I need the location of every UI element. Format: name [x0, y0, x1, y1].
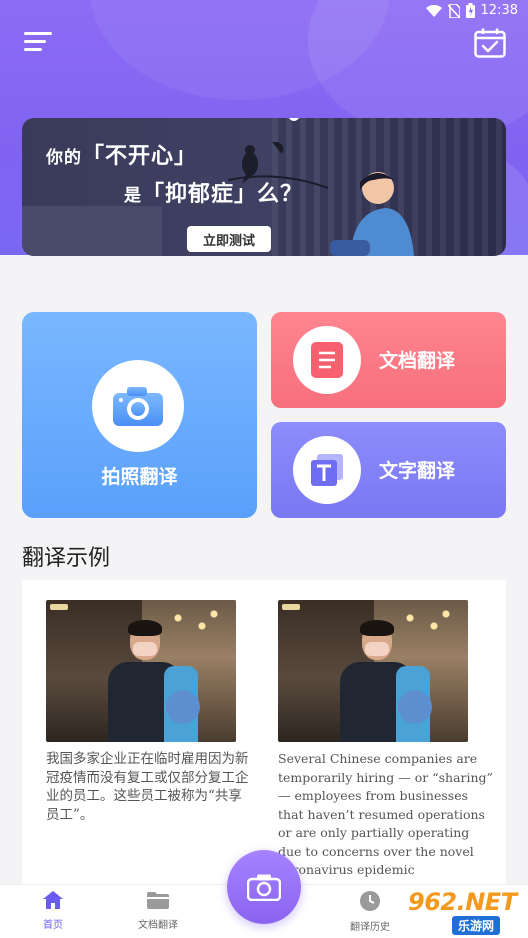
banner-shelf — [22, 206, 162, 256]
photo-toy — [166, 690, 200, 724]
nav-doc-translate[interactable]: 文档翻译 — [118, 891, 198, 931]
home-icon — [43, 891, 63, 909]
text-translate-label: 文字翻译 — [379, 460, 456, 482]
status-bar: 12:38 — [0, 0, 528, 24]
test-now-button[interactable]: 立即测试 — [187, 226, 271, 252]
photo-hair — [360, 620, 394, 636]
site-watermark: 962.NET 乐游网 — [392, 886, 528, 938]
camera-icon-circle — [92, 360, 184, 452]
menu-button[interactable] — [24, 32, 52, 54]
example-photo — [278, 600, 468, 742]
nav-home-label: 首页 — [43, 920, 63, 931]
battery-icon — [465, 3, 475, 18]
banner-text: 么？ — [257, 182, 304, 207]
calendar-check-icon — [474, 28, 506, 58]
status-icons: 12:38 — [425, 3, 518, 18]
sad-person-illustration — [330, 172, 414, 256]
example-text-english: Several Chinese companies are temporaril… — [278, 751, 493, 877]
photo-toy — [398, 690, 432, 724]
banner-text: 「抑郁症」 — [142, 182, 258, 207]
example-chinese[interactable]: 我国多家企业正在临时雇用因为新冠疫情而没有复工或仅部分复工企业的员工。这些员工被… — [46, 600, 251, 824]
photo-logo — [282, 604, 300, 610]
example-english[interactable]: Several Chinese companies are temporaril… — [278, 600, 493, 880]
document-icon — [311, 342, 343, 378]
wifi-icon — [425, 4, 442, 17]
no-sim-icon — [447, 3, 460, 18]
doc-icon-circle — [293, 326, 361, 394]
watermark-sub: 乐游网 — [452, 916, 501, 935]
camera-icon — [113, 387, 163, 426]
photo-lights — [398, 606, 458, 646]
clock-icon — [360, 891, 380, 911]
folder-icon — [147, 892, 169, 909]
example-text-chinese: 我国多家企业正在临时雇用因为新冠疫情而没有复工或仅部分复工企业的员工。这些员工被… — [46, 751, 249, 823]
text-t-icon — [311, 454, 343, 486]
watermark-main: 962.NET — [408, 888, 517, 916]
examples-panel: 我国多家企业正在临时雇用因为新冠疫情而没有复工或仅部分复工企业的员工。这些员工被… — [22, 580, 506, 890]
photo-mask — [365, 642, 389, 656]
menu-icon-bar — [24, 32, 52, 35]
moon-icon — [288, 118, 300, 121]
banner-text: 是 — [124, 186, 142, 206]
photo-mask — [133, 642, 157, 656]
camera-fab-button[interactable] — [227, 850, 301, 924]
nav-home[interactable]: 首页 — [13, 891, 93, 931]
camera-icon — [247, 874, 281, 901]
photo-hair — [128, 620, 162, 636]
doc-translate-label: 文档翻译 — [379, 350, 456, 372]
photo-lights — [166, 606, 226, 646]
banner-headline-1: 你的「不开心」 — [46, 138, 197, 170]
banner-headline-2: 是「抑郁症」么？ — [124, 176, 303, 208]
examples-section-title: 翻译示例 — [22, 546, 111, 571]
text-icon-circle — [293, 436, 361, 504]
photo-translate-card[interactable]: 拍照翻译 — [22, 312, 257, 518]
menu-icon-bar — [24, 40, 46, 43]
nav-doc-label: 文档翻译 — [138, 920, 178, 931]
photo-logo — [50, 604, 68, 610]
status-time: 12:38 — [480, 3, 518, 18]
calendar-check-button[interactable] — [474, 28, 506, 58]
menu-icon-bar — [24, 48, 42, 51]
banner-text: 「不开心」 — [82, 144, 198, 169]
text-translate-card[interactable]: 文字翻译 — [271, 422, 506, 518]
promo-banner[interactable]: 你的「不开心」 是「抑郁症」么？ 立即测试 — [22, 118, 506, 256]
doc-translate-card[interactable]: 文档翻译 — [271, 312, 506, 408]
example-photo — [46, 600, 236, 742]
banner-text: 你的 — [46, 148, 82, 168]
photo-translate-label: 拍照翻译 — [101, 466, 178, 488]
